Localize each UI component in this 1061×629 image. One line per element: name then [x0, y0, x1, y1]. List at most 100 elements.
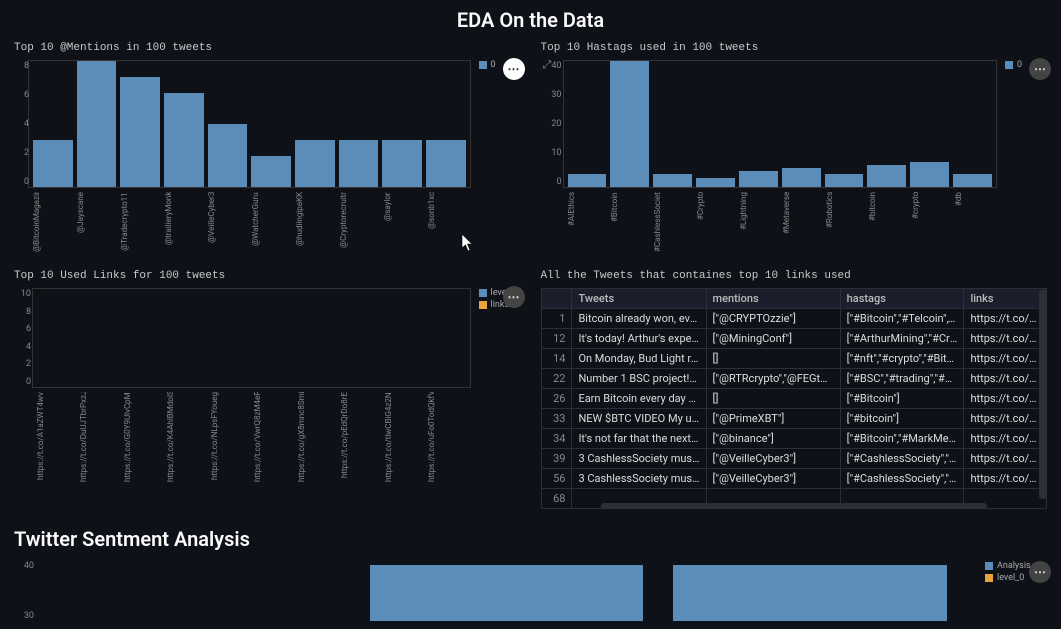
- bar[interactable]: [673, 565, 947, 621]
- table-row[interactable]: 1Bitcoin already won, eve…["@CRYPTOzzie"…: [541, 309, 1047, 329]
- cell: 1: [541, 309, 572, 329]
- tweets-table[interactable]: Tweetsmentionshastagslinks 1Bitcoin alre…: [541, 288, 1048, 509]
- bar[interactable]: [295, 140, 335, 187]
- sentiment-chart[interactable]: 40 30: [36, 561, 977, 621]
- x-tick-label: #bitcoin: [868, 192, 907, 252]
- cell: 56: [541, 469, 572, 489]
- mentions-panel: Top 10 @Mentions in 100 tweets 8 6 4 2 0…: [14, 42, 521, 252]
- bar[interactable]: [910, 162, 949, 187]
- cell: Number 1 BSC project!$F…: [572, 369, 706, 389]
- cell: Bitcoin already won, eve…: [572, 309, 706, 329]
- bar[interactable]: [33, 140, 73, 187]
- cell: 33: [541, 409, 572, 429]
- cell: 12: [541, 329, 572, 349]
- more-icon[interactable]: ⋯: [1029, 561, 1051, 583]
- x-tick-label: @VeilleCyber3: [207, 192, 247, 252]
- bar[interactable]: [739, 171, 778, 187]
- column-header[interactable]: [541, 289, 572, 309]
- table-row[interactable]: 563 CashlessSociety must n…["@VeilleCybe…: [541, 469, 1047, 489]
- cell: 39: [541, 449, 572, 469]
- x-tick-label: @saylor: [383, 192, 423, 252]
- bar[interactable]: [653, 174, 692, 187]
- cell: ["@PrimeXBT"]: [706, 409, 840, 429]
- hashtags-title: Top 10 Hastags used in 100 tweets: [541, 42, 1048, 54]
- cell: ["#ArthurMining","#Crypt…: [840, 329, 964, 349]
- scrollbar-horizontal[interactable]: [601, 503, 988, 509]
- bar[interactable]: [426, 140, 466, 187]
- page-title: EDA On the Data: [14, 8, 1047, 32]
- x-tick-label: #Lightning: [739, 192, 778, 252]
- x-tick-label: @WatcherGuru: [251, 192, 291, 252]
- bar[interactable]: [953, 174, 992, 187]
- column-header[interactable]: links: [964, 289, 1047, 309]
- column-header[interactable]: mentions: [706, 289, 840, 309]
- x-tick-label: #Metaverse: [782, 192, 821, 252]
- mentions-chart[interactable]: 8 6 4 2 0: [28, 60, 471, 188]
- table-row[interactable]: 393 CashlessSociety must n…["@VeilleCybe…: [541, 449, 1047, 469]
- x-tick-label: https://t.co/K4AhlBMdoIS: [166, 392, 205, 482]
- cell: ["@CRYPTOzzie"]: [706, 309, 840, 329]
- cell: ["@MiningConf"]: [706, 329, 840, 349]
- bar[interactable]: [610, 61, 649, 187]
- cell: On Monday, Bud Light rev…: [572, 349, 706, 369]
- bar[interactable]: [696, 178, 735, 187]
- bar[interactable]: [77, 61, 117, 187]
- hashtags-chart[interactable]: 40 30 20 10 0: [563, 60, 998, 188]
- cell: 3 CashlessSociety must n…: [572, 449, 706, 469]
- column-header[interactable]: hastags: [840, 289, 964, 309]
- links-panel: Top 10 Used Links for 100 tweets 10 8 6 …: [14, 270, 521, 509]
- x-tick-label: #crypto: [911, 192, 950, 252]
- bar[interactable]: [164, 93, 204, 188]
- cell: 26: [541, 389, 572, 409]
- cell: https://t.co/uF…: [964, 309, 1047, 329]
- hashtags-panel: Top 10 Hastags used in 100 tweets ⤢ 40 3…: [541, 42, 1048, 252]
- bar[interactable]: [825, 174, 864, 187]
- bar[interactable]: [120, 77, 160, 187]
- bar[interactable]: [782, 168, 821, 187]
- bar[interactable]: [208, 124, 248, 187]
- table-row[interactable]: 34It's not far that the next Bi…["@binan…: [541, 429, 1047, 449]
- scrollbar-vertical[interactable]: [1039, 290, 1047, 499]
- table-row[interactable]: 14On Monday, Bud Light rev…[]["#nft","#c…: [541, 349, 1047, 369]
- cell: ["#CashlessSociety","#Ro…: [840, 469, 964, 489]
- bar[interactable]: [382, 140, 422, 187]
- column-header[interactable]: Tweets: [572, 289, 706, 309]
- bar[interactable]: [370, 565, 644, 621]
- links-chart[interactable]: 10 8 6 4 2 0: [32, 288, 471, 388]
- cell: ["@binance"]: [706, 429, 840, 449]
- x-tick-label: #Crypto: [696, 192, 735, 252]
- x-tick-label: https://t.co/VwrQ8zM4eF: [253, 392, 292, 482]
- table-row[interactable]: 22Number 1 BSC project!$F…["@RTRcrypto",…: [541, 369, 1047, 389]
- bar[interactable]: [251, 156, 291, 188]
- bar[interactable]: [867, 165, 906, 187]
- cell: ["#CashlessSociety","#Ro…: [840, 449, 964, 469]
- more-icon[interactable]: ⋯: [1029, 58, 1051, 80]
- cell: ["#Bitcoin"]: [840, 389, 964, 409]
- bar[interactable]: [568, 174, 607, 187]
- x-tick-label: @hudiingipaKK: [295, 192, 335, 252]
- cell: ["@RTRcrypto","@FEGtok…: [706, 369, 840, 389]
- cell: ["@VeilleCyber3"]: [706, 469, 840, 489]
- x-tick-label: @trailieryMonk: [164, 192, 204, 252]
- bar[interactable]: [339, 140, 379, 187]
- x-tick-label: https://t.co/gX8mnc8SmiF: [297, 392, 336, 482]
- cell: ["#Bitcoin","#MarkMeta"]: [840, 429, 964, 449]
- cell: https://t.co/Nl…: [964, 369, 1047, 389]
- x-tick-label: https://t.co/uFo0TodQkfV: [427, 392, 466, 482]
- table-title: All the Tweets that containes top 10 lin…: [541, 270, 1048, 282]
- more-icon[interactable]: ⋯: [503, 286, 525, 308]
- table-row[interactable]: 26Earn Bitcoin every day ev…[]["#Bitcoin…: [541, 389, 1047, 409]
- more-icon[interactable]: ⋯: [503, 58, 525, 80]
- cell: 14: [541, 349, 572, 369]
- x-tick-label: #CashlessSociety: [653, 192, 692, 252]
- mentions-title: Top 10 @Mentions in 100 tweets: [14, 42, 521, 54]
- links-y-axis: 10 8 6 4 2 0: [15, 289, 31, 387]
- cell: https://t.co/G0…: [964, 389, 1047, 409]
- cell: https://t.co/A1…: [964, 349, 1047, 369]
- cell: https://t.co/Du…: [964, 409, 1047, 429]
- table-row[interactable]: 33NEW $BTC VIDEO My upd…["@PrimeXBT"]["#…: [541, 409, 1047, 429]
- cell: ["#bitcoin"]: [840, 409, 964, 429]
- x-tick-label: https://t.co/pEdQrDo8rE: [340, 392, 379, 482]
- cell: ["#Bitcoin","#Telcoin","#T…: [840, 309, 964, 329]
- table-row[interactable]: 12It's today! Arthur's expert…["@MiningC…: [541, 329, 1047, 349]
